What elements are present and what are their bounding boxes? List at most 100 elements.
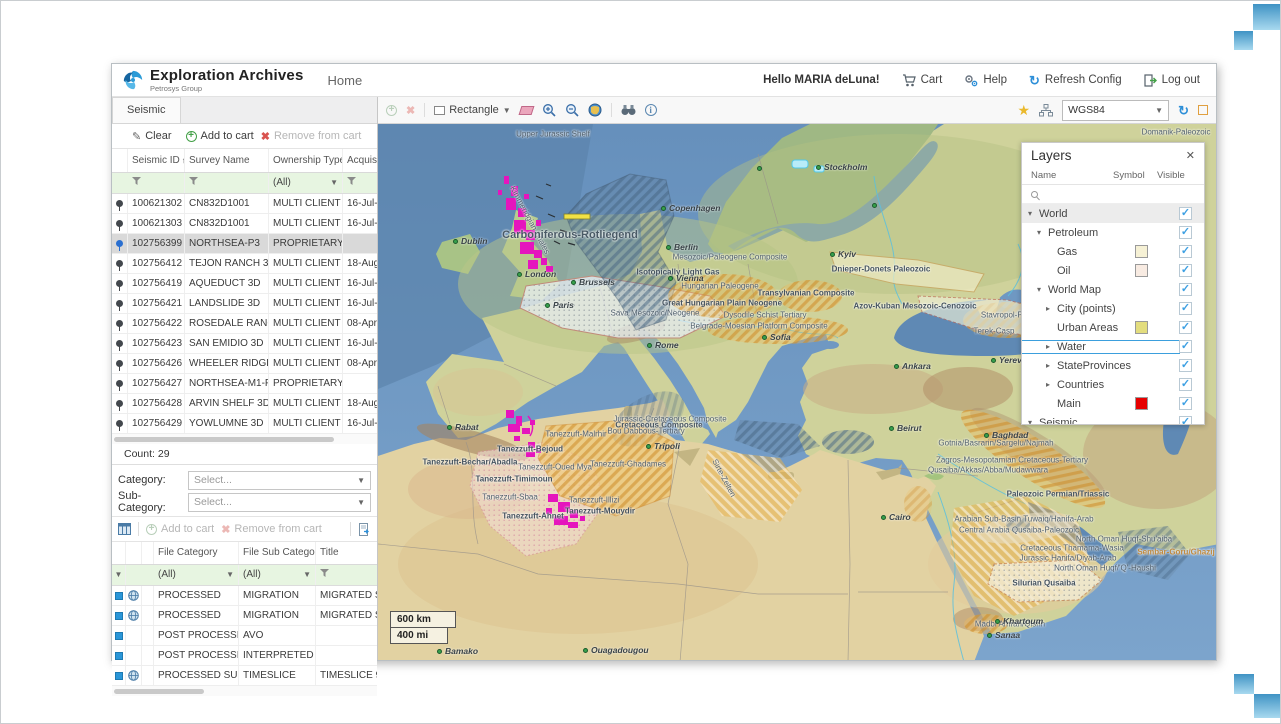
layer-row[interactable]: ▾ Petroleum ✓ <box>1022 223 1204 242</box>
eraser-icon[interactable] <box>518 106 534 115</box>
visible-checkbox[interactable]: ✓ <box>1179 226 1192 239</box>
files-remove-from-cart-button[interactable]: ✖Remove from cart <box>221 523 322 536</box>
h-scrollbar[interactable] <box>114 437 334 442</box>
export-report-icon[interactable] <box>358 523 371 536</box>
survey-row[interactable]: 102756427 NORTHSEA-M1-P1 PROPRIETARY <box>112 374 377 394</box>
filter-acquisition[interactable] <box>343 173 377 193</box>
help-button[interactable]: Help <box>964 74 1007 87</box>
survey-row[interactable]: 102756429 YOWLUMNE 3D MULTI CLIENT 16-Ju… <box>112 414 377 434</box>
selection-shape-dropdown[interactable]: Rectangle ▼ <box>434 104 510 116</box>
col-title[interactable]: Title <box>316 542 377 564</box>
layer-row[interactable]: Oil ✓ <box>1022 261 1204 280</box>
cart-button[interactable]: Cart <box>902 74 943 87</box>
files-add-to-cart-button[interactable]: +Add to cart <box>146 523 214 535</box>
visible-checkbox[interactable]: ✓ <box>1179 302 1192 315</box>
layer-row[interactable]: ▾ Seismic ✓ <box>1022 413 1204 425</box>
add-to-cart-button[interactable]: +Add to cart <box>186 130 254 142</box>
layer-row[interactable]: ▸ Water ✓ <box>1022 337 1204 356</box>
category-select[interactable]: Select...▼ <box>188 471 371 490</box>
layer-row[interactable]: ▾ World Map ✓ <box>1022 280 1204 299</box>
file-row[interactable]: POST PROCESSING INTERPRETED <box>112 646 377 666</box>
survey-row[interactable]: 102756428 ARVIN SHELF 3D MULTI CLIENT 18… <box>112 394 377 414</box>
map-add-button plus-icon[interactable]: + <box>386 105 397 116</box>
file-row[interactable]: PROCESSED MIGRATION MIGRATED STAC <box>112 586 377 606</box>
expand-arrow-icon[interactable]: ▸ <box>1046 342 1055 351</box>
survey-row[interactable]: 100621302 CN832D1001 MULTI CLIENT 16-Jul… <box>112 194 377 214</box>
layer-row[interactable]: Urban Areas ✓ <box>1022 318 1204 337</box>
layer-row[interactable]: ▸ Countries ✓ <box>1022 375 1204 394</box>
visible-checkbox[interactable]: ✓ <box>1179 264 1192 277</box>
map-canvas[interactable]: Upper Jurassic ShelfKimmeridgian ShalesC… <box>378 124 1216 660</box>
filter-title[interactable] <box>316 565 377 585</box>
survey-row[interactable]: 102756422 ROSEDALE RANCH 3D MULTI CLIENT… <box>112 314 377 334</box>
survey-row[interactable]: 102756421 LANDSLIDE 3D MULTI CLIENT 16-J… <box>112 294 377 314</box>
binoculars-search-icon[interactable] <box>621 104 636 116</box>
favorites-star-icon[interactable]: ★ <box>1018 103 1031 117</box>
layer-row[interactable]: Gas ✓ <box>1022 242 1204 261</box>
cell-file-category: POST PROCESSING <box>154 626 239 645</box>
zoom-out-icon[interactable] <box>565 103 579 117</box>
file-row[interactable]: PROCESSED SUPPORT TIMESLICE TIMESLICE 9M… <box>112 666 377 686</box>
logout-button[interactable]: Log out <box>1144 74 1200 87</box>
filter-ownership[interactable]: (All)▼ <box>269 173 343 193</box>
clear-button[interactable]: ✎Clear <box>132 130 172 143</box>
column-chooser-icon[interactable] <box>118 523 131 535</box>
h-scrollbar[interactable] <box>114 689 204 694</box>
layer-row[interactable]: ▾ World ✓ <box>1022 204 1204 223</box>
layer-row[interactable]: Main ✓ <box>1022 394 1204 413</box>
col-file-category[interactable]: File Category <box>154 542 239 564</box>
expand-arrow-icon[interactable]: ▸ <box>1046 361 1055 370</box>
col-ownership-type[interactable]: Ownership Type <box>269 149 343 172</box>
visible-checkbox[interactable]: ✓ <box>1179 245 1192 258</box>
remove-from-cart-button[interactable]: ✖Remove from cart <box>261 130 362 143</box>
survey-row[interactable]: 102756412 TEJON RANCH 3D MULTI CLIENT 18… <box>112 254 377 274</box>
survey-row[interactable]: 102756426 WHEELER RIDGE 3D MULTI CLIENT … <box>112 354 377 374</box>
file-row[interactable]: POST PROCESSING AVO <box>112 626 377 646</box>
filter-survey-name[interactable] <box>185 173 269 193</box>
layer-row[interactable]: ▸ City (points) ✓ <box>1022 299 1204 318</box>
expand-arrow-icon[interactable]: ▾ <box>1037 228 1046 237</box>
map-refresh-icon[interactable]: ↻ <box>1178 104 1189 117</box>
expand-arrow-icon[interactable]: ▸ <box>1046 304 1055 313</box>
tab-seismic[interactable]: Seismic <box>112 97 181 123</box>
crs-select[interactable]: WGS84▼ <box>1062 100 1169 121</box>
visible-checkbox[interactable]: ✓ <box>1179 207 1192 220</box>
decor-square <box>1234 674 1254 694</box>
visible-checkbox[interactable]: ✓ <box>1179 283 1192 296</box>
visible-checkbox[interactable]: ✓ <box>1179 416 1192 425</box>
transparency-icon[interactable] <box>1198 105 1208 115</box>
col-file-sub-category[interactable]: File Sub Category <box>239 542 316 564</box>
visible-checkbox[interactable]: ✓ <box>1179 378 1192 391</box>
layer-hierarchy-icon[interactable] <box>1039 104 1053 117</box>
nav-home[interactable]: Home <box>328 73 363 88</box>
visible-checkbox[interactable]: ✓ <box>1179 397 1192 410</box>
city-label: Khartoum <box>1003 616 1043 626</box>
cell-survey-name: NORTHSEA-P3 <box>185 234 269 253</box>
zoom-in-icon[interactable] <box>542 103 556 117</box>
close-icon[interactable]: ✕ <box>1186 149 1195 162</box>
layer-row[interactable]: ▸ StateProvinces ✓ <box>1022 356 1204 375</box>
expand-arrow-icon[interactable]: ▾ <box>1037 285 1046 294</box>
expand-arrow-icon[interactable]: ▾ <box>1028 418 1037 425</box>
info-icon[interactable]: i <box>645 104 657 116</box>
subcategory-select[interactable]: Select...▼ <box>188 493 371 512</box>
col-acquisition[interactable]: Acquisitio <box>343 149 377 172</box>
filter-file-category[interactable]: (All)▼ <box>154 565 239 585</box>
map-remove-button x-icon[interactable]: ✖ <box>406 104 415 117</box>
visible-checkbox[interactable]: ✓ <box>1179 359 1192 372</box>
col-survey-name[interactable]: Survey Name <box>185 149 269 172</box>
expand-arrow-icon[interactable]: ▾ <box>1028 209 1037 218</box>
visible-checkbox[interactable]: ✓ <box>1179 340 1192 353</box>
survey-row[interactable]: 100621303 CN832D1001 MULTI CLIENT 16-Jul… <box>112 214 377 234</box>
survey-row[interactable]: 102756419 AQUEDUCT 3D MULTI CLIENT 16-Ju… <box>112 274 377 294</box>
filter-seismic-id[interactable] <box>128 173 185 193</box>
full-extent-globe-icon[interactable] <box>588 103 602 117</box>
refresh-config-button[interactable]: ↻ Refresh Config <box>1029 74 1122 87</box>
expand-arrow-icon[interactable]: ▸ <box>1046 380 1055 389</box>
survey-row[interactable]: 102756423 SAN EMIDIO 3D MULTI CLIENT 16-… <box>112 334 377 354</box>
survey-row[interactable]: 102756399 NORTHSEA-P3 PROPRIETARY <box>112 234 377 254</box>
filter-file-sub-category[interactable]: (All)▼ <box>239 565 316 585</box>
file-row[interactable]: PROCESSED MIGRATION MIGRATED STAC <box>112 606 377 626</box>
layers-search-input[interactable] <box>1022 185 1204 204</box>
visible-checkbox[interactable]: ✓ <box>1179 321 1192 334</box>
